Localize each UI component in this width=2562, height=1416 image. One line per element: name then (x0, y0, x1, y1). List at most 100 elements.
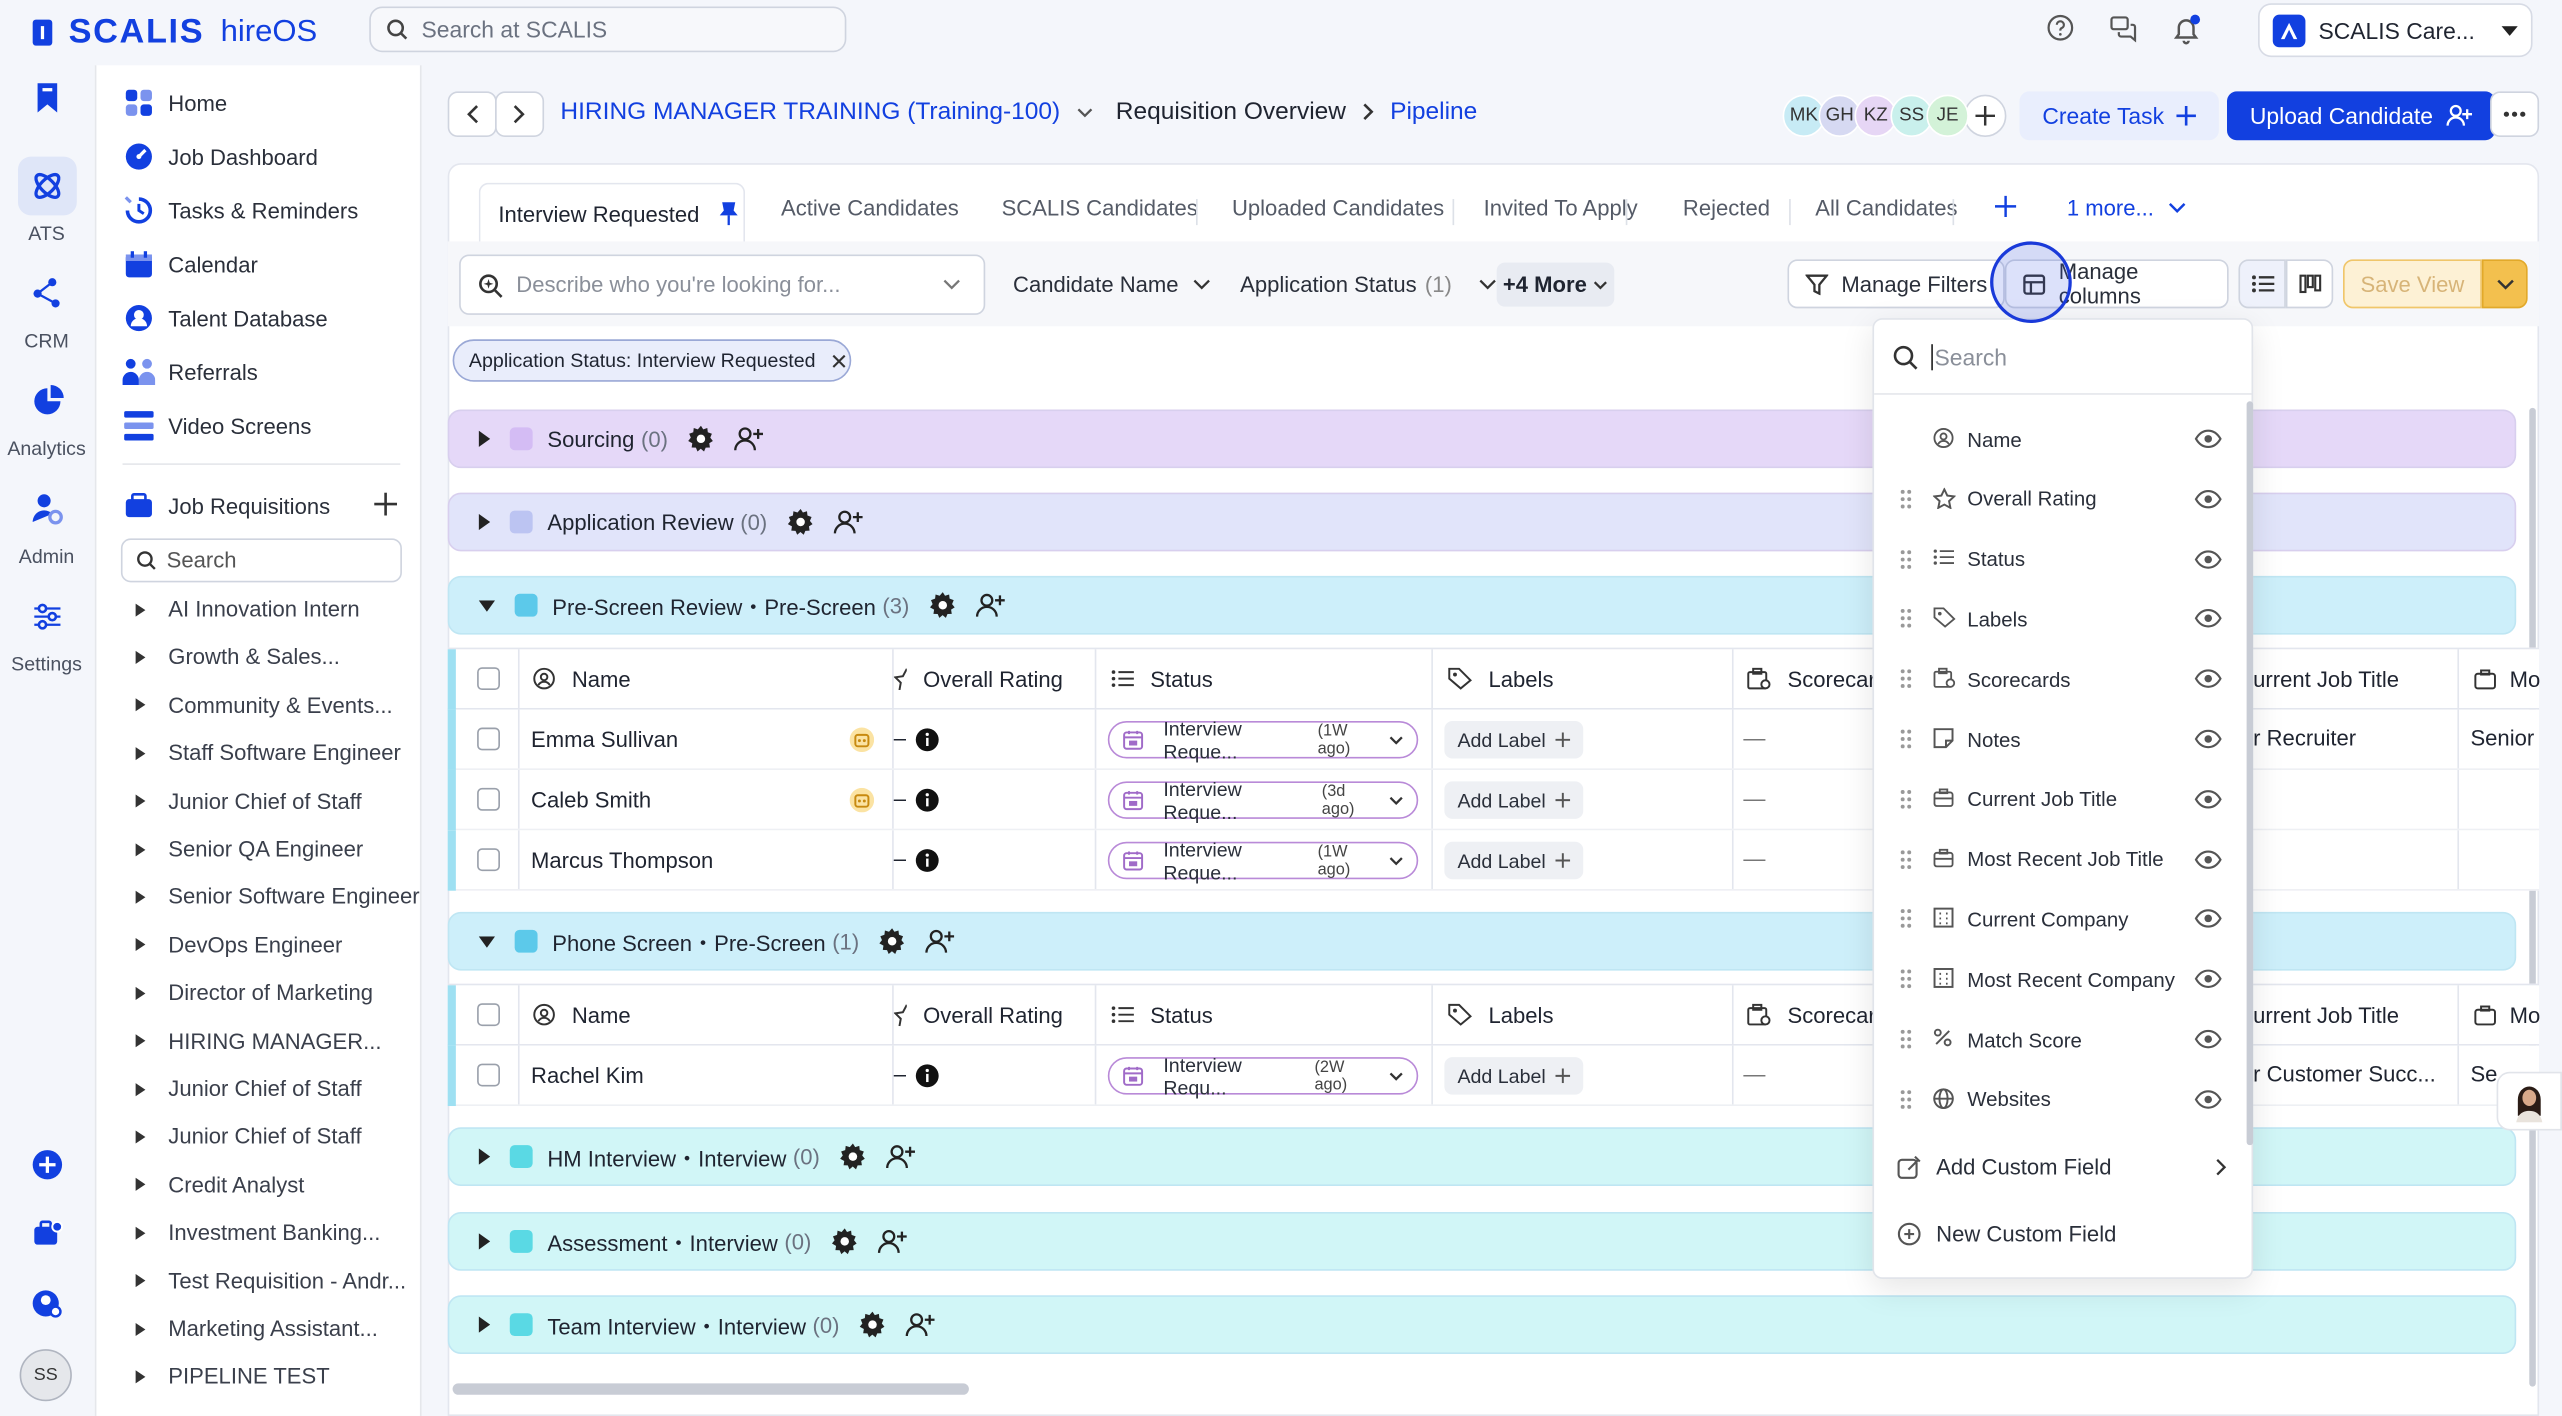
drag-handle-icon[interactable] (1900, 969, 1912, 989)
column-option-scorecards[interactable]: Scorecards (1874, 650, 2251, 710)
nav-item-tasks[interactable]: Tasks & Reminders (123, 194, 358, 227)
tab-rejected[interactable]: Rejected (1683, 196, 1770, 220)
eye-visible-icon[interactable] (2194, 429, 2222, 449)
expand-triangle-icon[interactable] (135, 794, 146, 808)
status-dropdown[interactable]: Interview Reque... (1W ago) (1107, 838, 1419, 883)
expand-triangle-icon[interactable] (135, 1226, 146, 1240)
stage-add-user-icon[interactable] (877, 1228, 907, 1254)
eye-visible-icon[interactable] (2194, 909, 2222, 929)
column-option-current-company[interactable]: Current Company (1874, 890, 2251, 950)
list-view-toggle[interactable] (2238, 259, 2286, 309)
column-option-current-job-title[interactable]: Current Job Title (1874, 770, 2251, 830)
drag-handle-icon[interactable] (1900, 789, 1912, 809)
requisition-item[interactable]: AI Innovation Intern (135, 597, 360, 622)
eye-visible-icon[interactable] (2194, 789, 2222, 809)
stage-settings-gear-icon[interactable] (787, 508, 813, 535)
column-header-name[interactable]: Name (533, 985, 631, 1044)
nav-job-requisitions[interactable]: Job Requisitions (123, 489, 330, 522)
requisition-item[interactable]: Junior Chief of Staff (135, 789, 362, 813)
column-option-overall-rating[interactable]: Overall Rating (1874, 469, 2251, 529)
candidate-name[interactable]: Rachel Kim (531, 1063, 644, 1087)
drag-handle-icon[interactable] (1900, 549, 1912, 569)
info-icon[interactable] (915, 728, 940, 752)
stage-settings-gear-icon[interactable] (879, 928, 905, 954)
new-custom-field-item[interactable]: New Custom Field (1897, 1222, 2116, 1246)
add-requisition-icon[interactable] (374, 492, 398, 516)
row-checkbox[interactable] (477, 787, 500, 811)
caret-right-icon[interactable] (478, 1233, 491, 1250)
kanban-view-toggle[interactable] (2285, 259, 2334, 309)
eye-visible-icon[interactable] (2194, 729, 2222, 749)
back-button[interactable] (447, 91, 497, 138)
requisition-item[interactable]: Director of Marketing (135, 981, 373, 1005)
nav-item-calendar[interactable]: Calendar (123, 248, 258, 281)
drag-handle-icon[interactable] (1900, 1089, 1912, 1109)
chevron-down-icon[interactable] (1077, 107, 1093, 117)
expand-triangle-icon[interactable] (135, 986, 146, 1000)
save-view-menu-button[interactable] (2481, 259, 2528, 309)
expand-triangle-icon[interactable] (135, 1130, 146, 1144)
expand-triangle-icon[interactable] (135, 746, 146, 760)
manage-filters-button[interactable]: Manage Filters (1787, 259, 2006, 309)
column-header-overall-rating[interactable]: Overall Rating (893, 985, 1063, 1044)
rail-item-ats[interactable]: ATS (0, 156, 93, 245)
rail-item-analytics[interactable]: Analytics (0, 372, 93, 460)
vertical-scrollbar[interactable] (2529, 407, 2536, 1387)
eye-visible-icon[interactable] (2194, 549, 2222, 569)
add-label-button[interactable]: Add Label (1444, 1057, 1584, 1095)
stage-settings-gear-icon[interactable] (687, 425, 714, 452)
add-label-button[interactable]: Add Label (1444, 841, 1584, 880)
column-option-most-recent-job-title[interactable]: Most Recent Job Title (1874, 830, 2251, 890)
expand-triangle-icon[interactable] (135, 602, 146, 616)
candidate-name-cell[interactable]: Rachel Kim (531, 1046, 644, 1105)
nav-item-referrals[interactable]: Referrals (122, 356, 258, 389)
create-task-button[interactable]: Create Task (2019, 91, 2220, 141)
column-option-most-recent-company[interactable]: Most Recent Company (1874, 950, 2251, 1010)
expand-triangle-icon[interactable] (135, 698, 146, 712)
drag-handle-icon[interactable] (1900, 609, 1912, 629)
rail-jobs-button[interactable] (0, 1204, 93, 1263)
expand-triangle-icon[interactable] (135, 938, 146, 952)
expand-triangle-icon[interactable] (135, 1082, 146, 1096)
eye-visible-icon[interactable] (2194, 489, 2222, 509)
column-header-status[interactable]: Status (1111, 985, 1213, 1044)
column-header-scorecards[interactable]: Scorecard (1747, 649, 1888, 708)
eye-visible-icon[interactable] (2194, 609, 2222, 629)
stage-add-user-icon[interactable] (975, 592, 1005, 618)
requisition-item[interactable]: Growth & Sales... (135, 645, 340, 669)
requisition-item[interactable]: Community & Events... (135, 693, 393, 717)
column-header-current-job-title[interactable]: urrent Job Title (2253, 985, 2399, 1044)
stage-settings-gear-icon[interactable] (929, 592, 955, 618)
rail-add-button[interactable] (0, 1135, 93, 1194)
column-search-input[interactable]: Search (1874, 320, 2252, 395)
more-tabs-dropdown[interactable]: 1 more... (2067, 196, 2187, 220)
global-search-input[interactable]: Search at SCALIS (369, 6, 847, 53)
requisition-search-input[interactable]: Search (120, 538, 402, 583)
column-option-notes[interactable]: Notes (1874, 710, 2251, 770)
drag-handle-icon[interactable] (1900, 849, 1912, 869)
breadcrumb-overview[interactable]: Requisition Overview (1116, 98, 1346, 126)
eye-visible-icon[interactable] (2194, 669, 2222, 689)
candidate-name-cell[interactable]: Emma Sullivan (531, 710, 678, 769)
stage-settings-gear-icon[interactable] (831, 1228, 857, 1255)
horizontal-scrollbar[interactable] (452, 1383, 969, 1395)
help-icon[interactable] (2046, 13, 2075, 42)
requisition-item[interactable]: HIRING MANAGER... (135, 1029, 382, 1053)
caret-down-icon[interactable] (478, 935, 496, 947)
expand-triangle-icon[interactable] (135, 1178, 146, 1192)
row-checkbox[interactable] (477, 727, 500, 751)
column-option-match-score[interactable]: Match Score (1874, 1010, 2251, 1070)
requisition-item[interactable]: DevOps Engineer (135, 933, 342, 957)
eye-visible-icon[interactable] (2194, 1029, 2222, 1049)
stage-add-user-icon[interactable] (885, 1144, 915, 1170)
column-header-next[interactable]: Mo (2474, 985, 2540, 1044)
caret-right-icon[interactable] (478, 1316, 491, 1333)
tab-all-candidates[interactable]: All Candidates (1815, 196, 1957, 220)
rail-item-admin[interactable]: Admin (0, 480, 93, 568)
stage-settings-gear-icon[interactable] (859, 1311, 885, 1338)
requisition-item[interactable]: Test Requisition - Andr... (135, 1268, 406, 1293)
eye-visible-icon[interactable] (2194, 849, 2222, 869)
stage-add-user-icon[interactable] (833, 509, 862, 535)
info-icon[interactable] (915, 848, 940, 872)
requisition-item[interactable]: Staff Software Engineer (135, 741, 401, 765)
